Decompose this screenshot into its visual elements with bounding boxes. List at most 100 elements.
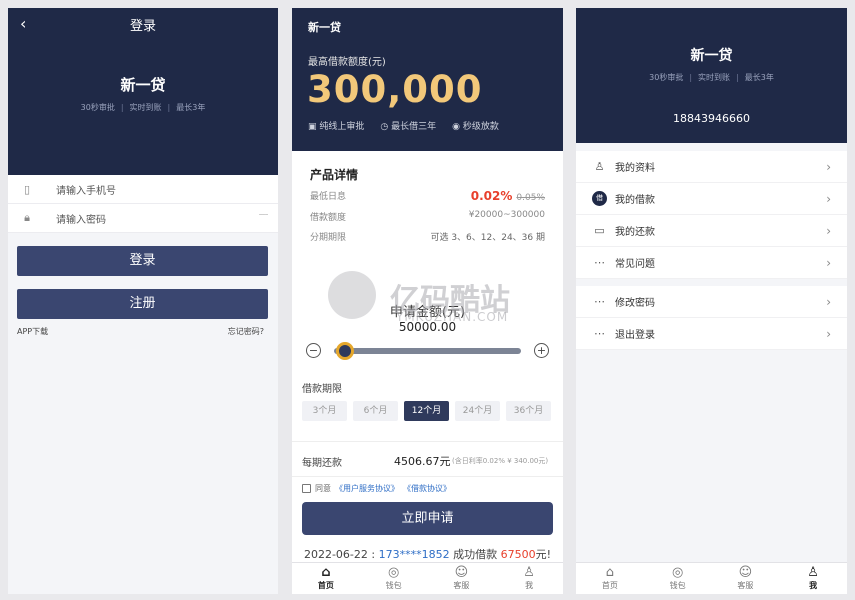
tab-label: 我: [809, 581, 818, 590]
term-label: 借款期限: [302, 384, 342, 395]
ticker-text: 成功借款: [453, 548, 498, 561]
profile-header: 新一贷 30秒审批 | 实时到账 | 最长3年 18843946660: [576, 8, 847, 143]
login-button[interactable]: 登录: [17, 246, 268, 276]
period-value: 可选 3、6、12、24、36 期: [430, 233, 545, 243]
login-form: ▯ 请输入手机号 🔒︎ 请输入密码 ﹋: [8, 175, 278, 233]
target-icon: ◉: [452, 122, 461, 132]
term-option[interactable]: 36个月: [506, 401, 551, 421]
tag-approval: 30秒审批: [649, 73, 684, 82]
tab-wallet[interactable]: ◎ 钱包: [360, 563, 428, 594]
period-label: 分期期限: [310, 233, 347, 243]
minus-icon[interactable]: −: [306, 343, 321, 358]
watermark-subtitle: YMKUZHAN.COM: [396, 310, 509, 324]
menu-label: 我的借款: [615, 195, 655, 206]
plus-icon[interactable]: +: [534, 343, 549, 358]
lock-icon: 🔒︎: [24, 211, 30, 224]
term-option[interactable]: 3个月: [302, 401, 347, 421]
loan-header: 新一贷 最高借款额度(元) 300,000 ▣ 纯线上审批 ◷ 最长借三年 ◉ …: [292, 8, 563, 151]
tab-home[interactable]: ⌂ 首页: [292, 563, 360, 594]
rate-values: 0.02% 0.05%: [471, 189, 545, 203]
feature-list: ▣ 纯线上审批 ◷ 最长借三年 ◉ 秒级放款: [308, 119, 499, 132]
home-icon: ⌂: [605, 565, 614, 580]
service-agreement-link[interactable]: 《用户服务协议》: [335, 483, 399, 494]
menu-group-settings: ⋯ 修改密码 › ⋯ 退出登录 ›: [576, 286, 847, 350]
menu-label: 我的资料: [615, 163, 655, 174]
login-header: ‹ 登录 新一贷 30秒审批 | 实时到账 | 最长3年: [8, 8, 278, 175]
agreement-row: 同意 《用户服务协议》 《借款协议》: [302, 483, 451, 494]
loan-agreement-link[interactable]: 《借款协议》: [403, 483, 451, 494]
limit-label: 最高借款额度(元): [308, 57, 386, 68]
tag-arrival: 实时到账: [698, 73, 731, 82]
term-options: 3个月 6个月 12个月 24个月 36个月: [302, 401, 551, 421]
apply-button[interactable]: 立即申请: [302, 502, 553, 535]
page-title: 登录: [129, 19, 156, 34]
tab-label: 客服: [737, 581, 754, 590]
user-icon: ♙: [594, 160, 605, 173]
detail-title: 产品详情: [310, 168, 359, 182]
ticker-phone: 173****1852: [378, 548, 450, 561]
slider-handle[interactable]: [336, 342, 355, 360]
tab-user[interactable]: ♙ 我: [779, 563, 847, 594]
agree-checkbox[interactable]: [302, 484, 311, 493]
rate-row: 最低日息 0.02% 0.05%: [310, 189, 545, 203]
menu-item-repayments[interactable]: ▭ 我的还款 ›: [576, 215, 847, 247]
slider-track[interactable]: [334, 348, 521, 354]
home-icon: ⌂: [321, 565, 331, 580]
menu-item-logout[interactable]: ⋯ 退出登录 ›: [576, 318, 847, 350]
chevron-right-icon: ›: [826, 294, 831, 309]
term-option[interactable]: 24个月: [455, 401, 500, 421]
password-field[interactable]: 🔒︎ 请输入密码 ﹋: [8, 204, 278, 233]
feature-fast: ◉ 秒级放款: [452, 119, 499, 132]
amount-slider[interactable]: − +: [306, 341, 549, 361]
register-button[interactable]: 注册: [17, 289, 268, 319]
app-download-link[interactable]: APP下载: [17, 326, 48, 337]
tab-service[interactable]: ☺ 客服: [712, 563, 780, 594]
menu-item-loans[interactable]: 借我的借款 ›: [576, 183, 847, 215]
tab-wallet[interactable]: ◎ 钱包: [644, 563, 712, 594]
tab-service[interactable]: ☺ 客服: [428, 563, 496, 594]
eye-closed-icon[interactable]: ﹋: [259, 212, 268, 225]
repay-note: (含日利率0.02% ¥ 340.00元): [452, 457, 549, 465]
service-icon: ☺: [738, 565, 753, 580]
tab-label: 首页: [601, 581, 618, 590]
menu-item-faq[interactable]: ⋯ 常见问题 ›: [576, 247, 847, 279]
menu-label: 退出登录: [615, 330, 655, 341]
chevron-right-icon: ›: [826, 191, 831, 206]
phone-placeholder: 请输入手机号: [56, 185, 116, 197]
ticker-amount: 67500: [500, 548, 536, 561]
repay-value: 4506.67元: [394, 455, 451, 468]
quota-value: ¥20000~300000: [468, 210, 545, 220]
repay-label: 每期还款: [302, 458, 342, 469]
tag-term: 最长3年: [176, 103, 206, 112]
more-icon: ⋯: [594, 295, 605, 308]
menu-item-change-password[interactable]: ⋯ 修改密码 ›: [576, 286, 847, 318]
phone-field[interactable]: ▯ 请输入手机号: [8, 175, 278, 204]
tab-label: 我: [525, 581, 534, 590]
rate-old: 0.05%: [516, 193, 545, 203]
menu-item-profile[interactable]: ♙ 我的资料 ›: [576, 151, 847, 183]
watermark-logo: [328, 271, 376, 319]
term-option[interactable]: 12个月: [404, 401, 449, 421]
brand-name: 新一贷: [690, 48, 733, 64]
service-icon: ☺: [454, 565, 469, 580]
loan-badge-icon: 借: [592, 191, 607, 206]
rate-value: 0.02%: [470, 189, 513, 203]
loan-ticker: 2022-06-22 : 173****1852 成功借款 67500元!: [292, 546, 563, 562]
wallet-icon: ◎: [671, 565, 684, 580]
menu-label: 常见问题: [615, 259, 655, 270]
quota-row: 借款额度 ¥20000~300000: [310, 210, 545, 223]
period-row: 分期期限 可选 3、6、12、24、36 期: [310, 230, 545, 243]
term-option[interactable]: 6个月: [353, 401, 398, 421]
brand-tags: 30秒审批 | 实时到账 | 最长3年: [80, 103, 206, 112]
profile-screen: 新一贷 30秒审批 | 实时到账 | 最长3年 18843946660 ♙ 我的资料 › 借…: [576, 8, 847, 594]
tab-home[interactable]: ⌂ 首页: [576, 563, 644, 594]
rate-label: 最低日息: [310, 192, 347, 202]
more-icon: ⋯: [594, 327, 605, 340]
forgot-password-link[interactable]: 忘记密码?: [228, 326, 264, 337]
tab-label: 首页: [317, 581, 334, 590]
tab-user[interactable]: ♙ 我: [495, 563, 563, 594]
tab-bar: ⌂ 首页 ◎ 钱包 ☺ 客服 ♙ 我: [292, 562, 563, 594]
wallet-icon: ◎: [387, 565, 400, 580]
phone-icon: ▯: [23, 182, 31, 196]
chevron-right-icon: ›: [826, 255, 831, 270]
